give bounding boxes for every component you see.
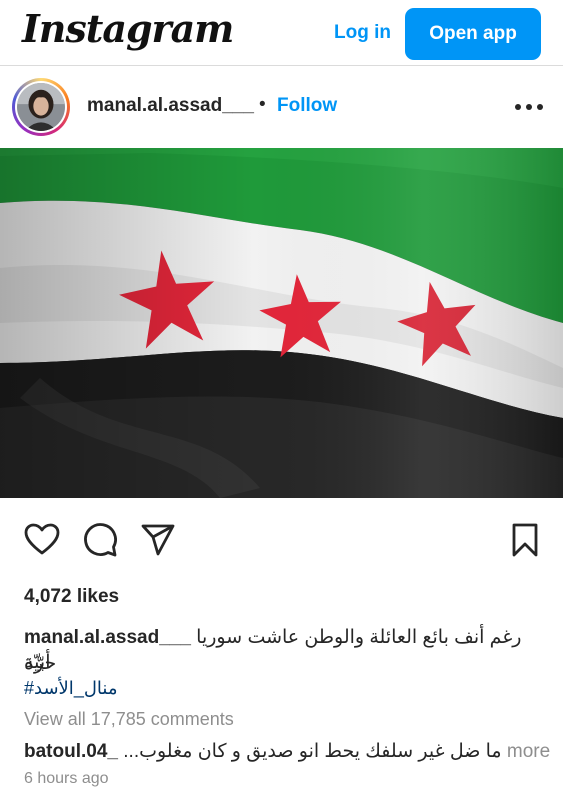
caption-text-continued: أبيّة xyxy=(24,652,51,673)
view-all-comments-link[interactable]: View all 17,785 comments xyxy=(24,709,234,730)
post-username[interactable]: manal.al.assad___ xyxy=(87,95,254,117)
instagram-logo[interactable]: Instagram xyxy=(22,6,234,51)
comment-text: ما ضل غير سلفك يحط انو صديق و كان مغلوب.… xyxy=(123,741,502,762)
post-timestamp: 6 hours ago xyxy=(24,770,109,787)
comment-more-link[interactable]: more xyxy=(507,741,550,762)
open-app-button[interactable]: Open app xyxy=(405,8,541,60)
caption-username[interactable]: manal.al.assad___ xyxy=(24,627,191,648)
avatar[interactable] xyxy=(12,78,70,136)
syrian-revolution-flag xyxy=(0,148,563,498)
comment-icon[interactable] xyxy=(80,520,120,560)
top-bar: Instagram Log in Open app xyxy=(0,0,563,66)
heart-icon[interactable] xyxy=(22,520,62,560)
post-image[interactable] xyxy=(0,148,563,498)
post-actions xyxy=(0,520,563,564)
follow-button[interactable]: Follow xyxy=(277,95,337,117)
likes-count[interactable]: 4,072 likes xyxy=(24,586,119,608)
paper-plane-icon[interactable] xyxy=(138,520,178,560)
more-horizontal-icon[interactable] xyxy=(512,96,546,118)
post-caption: manal.al.assad___ رغم أنف بائع العائلة و… xyxy=(24,625,544,677)
separator-dot: • xyxy=(259,94,266,115)
post-header: manal.al.assad___ • Follow xyxy=(0,66,563,148)
caption-hashtag[interactable]: #منال_الأسد xyxy=(24,678,117,699)
bookmark-icon[interactable] xyxy=(505,520,545,560)
comment-preview: batoul.04_ ما ضل غير سلفك يحط انو صديق و… xyxy=(24,740,554,763)
login-link[interactable]: Log in xyxy=(334,22,391,44)
profile-photo xyxy=(17,83,65,131)
comment-username[interactable]: batoul.04_ xyxy=(24,741,118,762)
